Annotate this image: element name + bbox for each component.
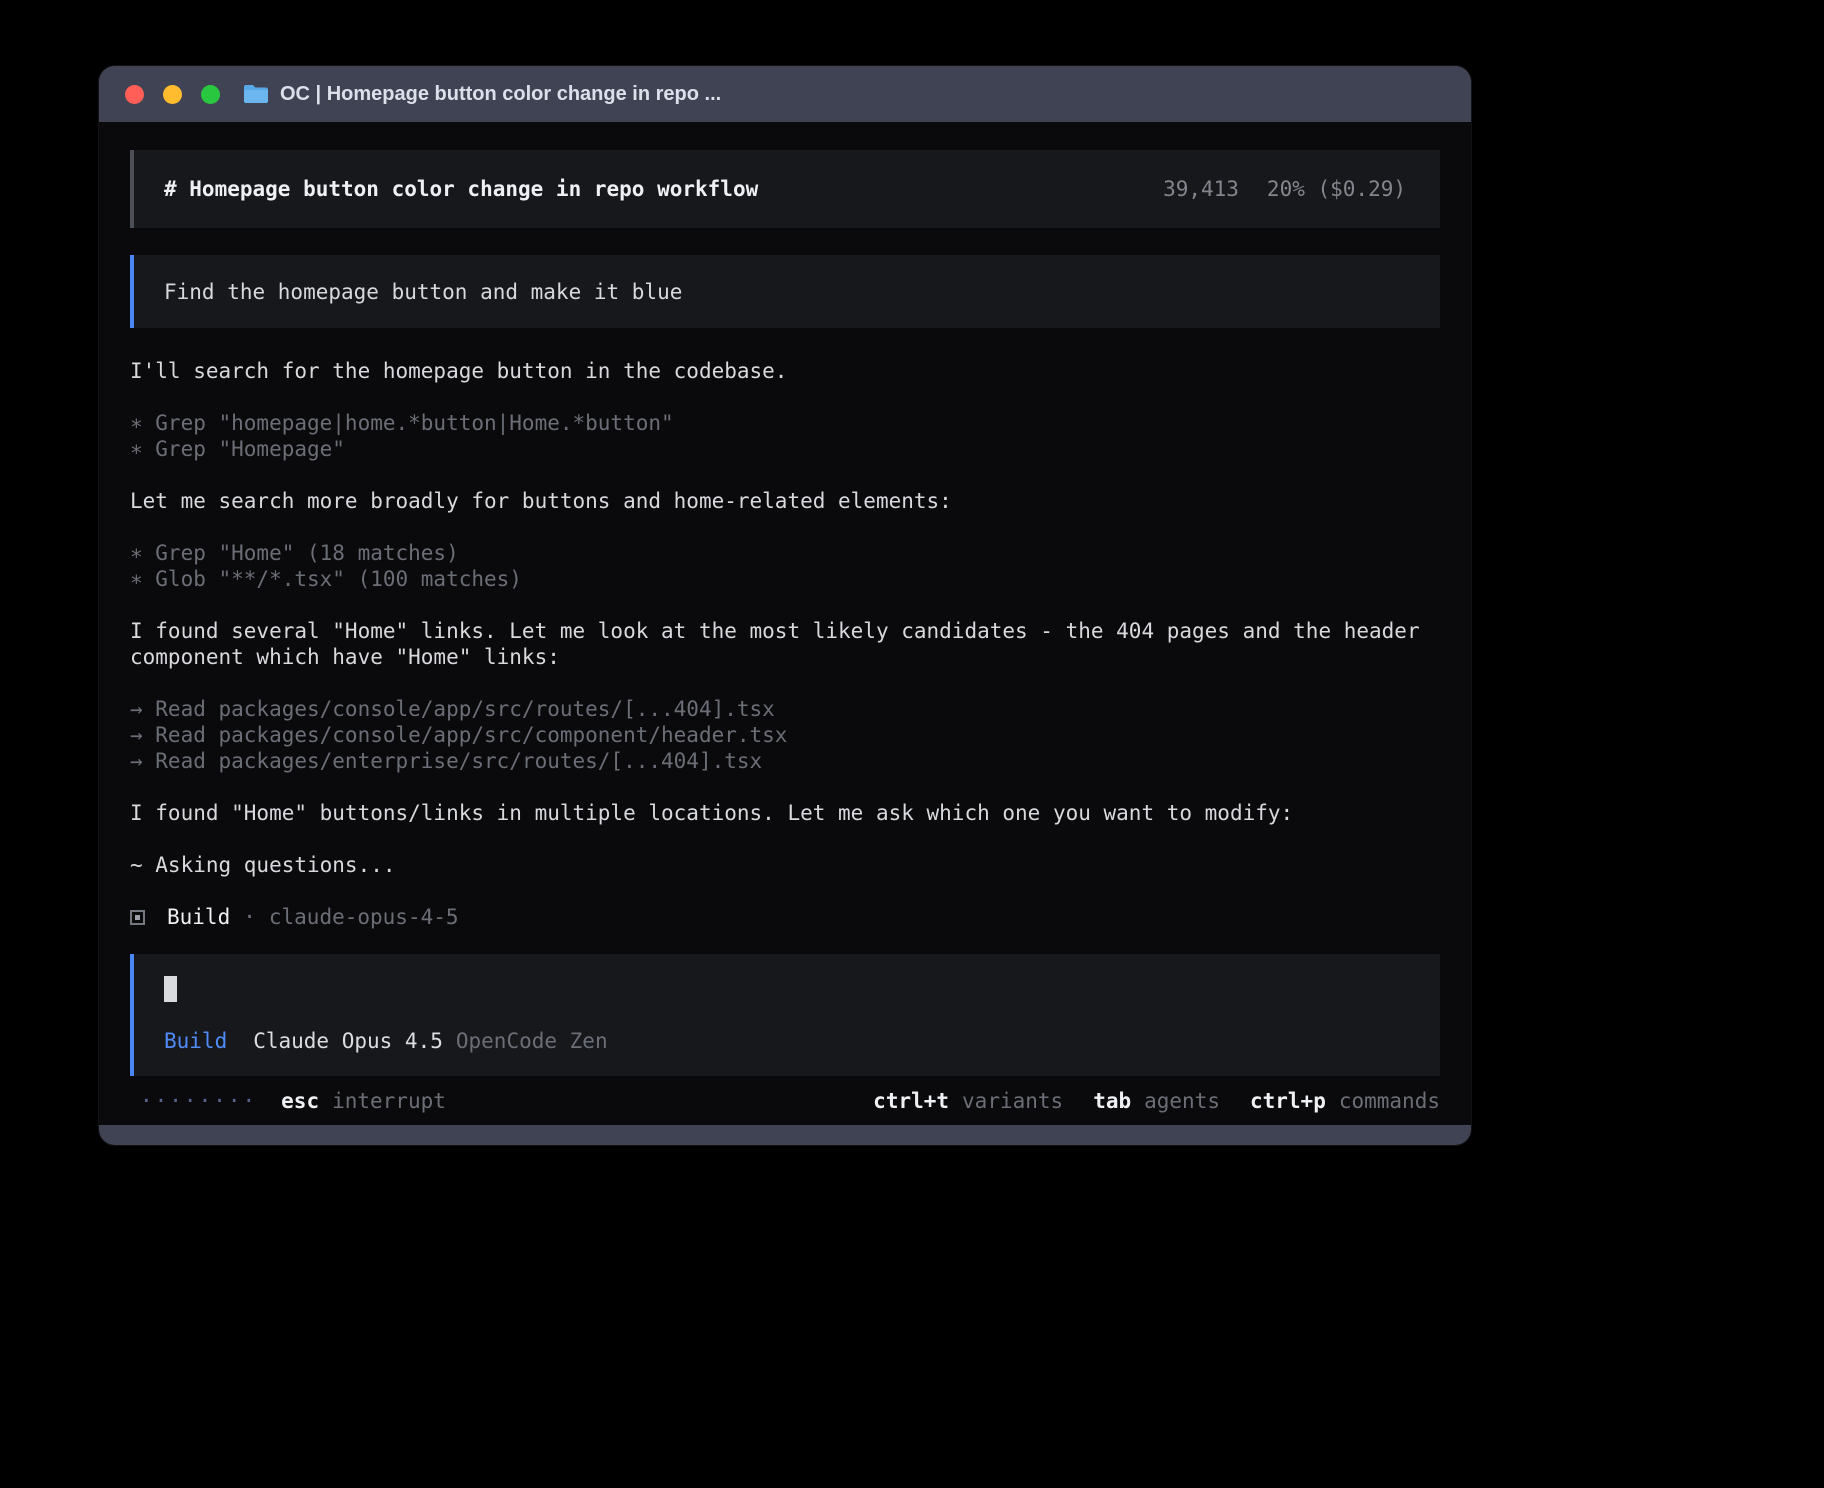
statusbar: ········ esc interrupt ctrl+t variants t… <box>130 1088 1440 1114</box>
tool-call-grep: ∗ Grep "homepage|home.*button|Home.*butt… <box>130 410 1440 436</box>
user-message: Find the homepage button and make it blu… <box>130 255 1440 328</box>
separator-dot: · <box>243 904 256 930</box>
agent-model: claude-opus-4-5 <box>269 904 459 930</box>
context-usage: 20% ($0.29) <box>1267 176 1406 202</box>
token-count: 39,413 <box>1163 176 1239 202</box>
agent-icon <box>130 910 145 925</box>
assistant-text: Let me search more broadly for buttons a… <box>130 488 1440 514</box>
assistant-text: I found several "Home" links. Let me loo… <box>130 618 1440 670</box>
provider-label: OpenCode Zen <box>456 1028 608 1054</box>
folder-icon <box>243 84 269 104</box>
input-status-bar: Build Claude Opus 4.5 OpenCode Zen <box>164 1028 1410 1054</box>
tool-call-read: → Read packages/console/app/src/componen… <box>130 722 1440 748</box>
tool-call-read: → Read packages/enterprise/src/routes/[.… <box>130 748 1440 774</box>
session-stats: 39,413 20% ($0.29) <box>1163 176 1406 202</box>
progress-dots: ········ <box>140 1088 257 1114</box>
esc-key-label: interrupt <box>332 1088 446 1114</box>
shortcut-commands: ctrl+p commands <box>1250 1088 1440 1114</box>
user-message-text: Find the homepage button and make it blu… <box>164 279 682 305</box>
zoom-button[interactable] <box>201 85 220 104</box>
session-title: # Homepage button color change in repo w… <box>164 176 758 202</box>
assistant-text: I'll search for the homepage button in t… <box>130 358 1440 384</box>
tool-call-read: → Read packages/console/app/src/routes/[… <box>130 696 1440 722</box>
shortcut-agents: tab agents <box>1093 1088 1220 1114</box>
window-title: OC | Homepage button color change in rep… <box>280 83 721 106</box>
tool-call-grep: ∗ Grep "Homepage" <box>130 436 1440 462</box>
titlebar[interactable]: OC | Homepage button color change in rep… <box>99 66 1471 122</box>
terminal-window: OC | Homepage button color change in rep… <box>99 66 1471 1145</box>
conversation: I'll search for the homepage button in t… <box>130 358 1440 930</box>
tool-call-grep: ∗ Grep "Home" (18 matches) <box>130 540 1440 566</box>
assistant-text: I found "Home" buttons/links in multiple… <box>130 800 1440 826</box>
shortcut-variants: ctrl+t variants <box>873 1088 1063 1114</box>
mode-label: Build <box>164 1028 227 1054</box>
minimize-button[interactable] <box>163 85 182 104</box>
agent-name: Build <box>167 904 230 930</box>
agent-status-line: Build · claude-opus-4-5 <box>130 904 1440 930</box>
text-cursor <box>164 976 177 1002</box>
tool-call-glob: ∗ Glob "**/*.tsx" (100 matches) <box>130 566 1440 592</box>
traffic-lights <box>125 85 220 104</box>
esc-key-hint: esc <box>281 1088 319 1114</box>
status-text: ~ Asking questions... <box>130 852 1440 878</box>
prompt-input[interactable]: Build Claude Opus 4.5 OpenCode Zen <box>130 954 1440 1076</box>
close-button[interactable] <box>125 85 144 104</box>
model-label: Claude Opus 4.5 <box>253 1028 443 1054</box>
terminal-content: # Homepage button color change in repo w… <box>99 122 1471 1125</box>
session-header: # Homepage button color change in repo w… <box>130 150 1440 228</box>
